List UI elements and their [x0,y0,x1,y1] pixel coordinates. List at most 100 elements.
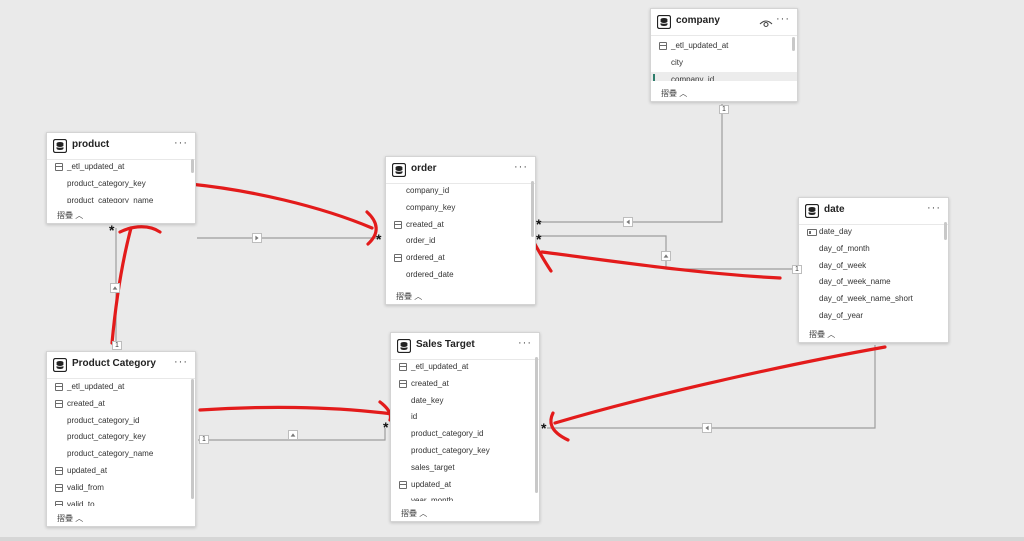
filter-direction-icon[interactable] [288,430,298,440]
collapse-toggle[interactable]: 摺疊 ︿ [809,329,835,340]
field-name: updated_at [67,465,108,475]
field-row[interactable]: company_id [651,71,797,81]
more-options-icon[interactable]: ··· [518,337,532,349]
relationship-line [538,104,723,223]
field-row[interactable]: product_category_name [47,446,195,463]
annotation-arrow [549,411,570,442]
more-options-icon[interactable]: ··· [174,137,188,149]
field-row[interactable]: ordered_at [386,250,535,267]
filter-direction-icon[interactable] [252,233,262,243]
table-card-product[interactable]: product ··· _etl_updated_at product_categor… [46,132,196,224]
field-name: updated_at [411,479,452,489]
filter-direction-icon[interactable] [661,251,671,261]
table-card-date[interactable]: date ··· date_day day_of_month day_of_weekda… [798,197,949,343]
collapse-toggle[interactable]: 摺疊 ︿ [396,291,422,302]
field-row[interactable]: _etl_updated_at [391,359,539,376]
collapse-toggle[interactable]: 摺疊 ︿ [57,210,83,221]
collapse-toggle[interactable]: 摺疊 ︿ [57,513,83,524]
field-row[interactable]: sales_target [391,460,539,477]
table-header[interactable]: Sales Target ··· [391,333,539,360]
field-row[interactable]: id [391,409,539,426]
field-row[interactable]: product_category_id [47,413,195,430]
field-row[interactable]: created_at [47,396,195,413]
filter-direction-icon[interactable] [623,217,633,227]
field-row[interactable]: ordered_date [386,267,535,284]
field-row[interactable]: year_month [391,493,539,501]
field-row[interactable]: product_category_key [47,429,195,446]
more-options-icon[interactable]: ··· [514,161,528,173]
field-name: day_of_month [819,243,870,253]
field-row[interactable]: day_of_month [799,241,948,258]
table-header[interactable]: Product Category ··· [47,352,195,379]
field-row[interactable]: valid_from [47,480,195,497]
field-row[interactable]: day_of_week [799,258,948,275]
field-row[interactable]: valid_to [47,497,195,506]
field-list: _etl_updated_at city company_id [651,38,797,81]
cardinality-one-label: 1 [792,265,802,274]
field-name: _etl_updated_at [67,382,125,391]
field-scrollbar[interactable] [792,37,795,51]
chevron-up-icon: ︿ [677,89,688,98]
table-card-sales-target[interactable]: Sales Target ··· _etl_updated_at created_at… [390,332,540,522]
table-header[interactable]: date ··· [799,198,948,225]
field-list: _etl_updated_at product_category_key produ… [47,159,195,203]
eye-icon[interactable] [759,16,773,28]
field-scrollbar[interactable] [535,357,538,493]
field-name: date_day [819,227,852,236]
filter-direction-icon[interactable] [702,423,712,433]
field-row[interactable]: order_id [386,233,535,250]
filter-direction-icon[interactable] [110,283,120,293]
more-options-icon[interactable]: ··· [776,13,790,25]
table-card-company[interactable]: company ··· _etl_updated_at city company_id 摺… [650,8,798,102]
field-row[interactable]: company_key [386,200,535,217]
annotation-arrow [188,182,374,230]
field-row[interactable]: updated_at [391,477,539,494]
field-row[interactable]: product_category_id [391,426,539,443]
calendar-icon [659,42,667,50]
table-header[interactable]: product ··· [47,133,195,160]
field-row[interactable]: company_id [386,183,535,200]
field-row[interactable]: created_at [386,217,535,234]
table-header[interactable]: order ··· [386,157,535,184]
field-list: _etl_updated_at created_at product_categor… [47,379,195,506]
collapse-toggle[interactable]: 摺疊 ︿ [401,508,427,519]
field-scrollbar[interactable] [191,159,194,173]
field-row[interactable]: day_of_week_name_short [799,291,948,308]
field-row[interactable]: _etl_updated_at [47,159,195,176]
collapse-toggle[interactable]: 摺疊 ︿ [661,88,687,99]
field-scrollbar[interactable] [531,181,534,237]
field-row[interactable]: _etl_updated_at [651,38,797,55]
more-options-icon[interactable]: ··· [927,202,941,214]
field-name: product_category_id [67,415,140,425]
key-card-icon [807,229,817,236]
field-row[interactable]: city [651,55,797,72]
field-row[interactable]: day_of_week_name [799,274,948,291]
cardinality-many-label: * [383,419,389,435]
field-scrollbar[interactable] [191,379,194,499]
field-row[interactable]: date_key [391,393,539,410]
field-name: id [411,412,418,422]
field-name: day_of_week [819,260,867,270]
field-scrollbar[interactable] [944,222,947,240]
table-card-order[interactable]: order ··· company_id company_key created_at o… [385,156,536,305]
field-row[interactable]: _etl_updated_at [47,379,195,396]
field-row[interactable]: created_at [391,376,539,393]
table-card-product-category[interactable]: Product Category ··· _etl_updated_atcreate… [46,351,196,527]
calendar-icon [55,483,63,492]
table-header[interactable]: company ··· [651,9,797,36]
table-title: company [676,15,720,26]
table-title: Sales Target [416,339,475,350]
field-row[interactable]: product_category_name [47,193,195,203]
field-row[interactable]: updated_at [47,463,195,480]
more-options-icon[interactable]: ··· [174,356,188,368]
field-name: ordered_date [406,269,454,279]
table-title: order [411,163,437,174]
field-row[interactable]: day_of_year [799,308,948,322]
canvas-scrollbar[interactable] [0,537,1024,541]
field-row[interactable]: product_category_key [391,443,539,460]
collapse-label: 摺疊 [396,292,412,301]
calendar-icon [55,399,63,408]
field-row[interactable]: date_day [799,224,948,241]
field-name: product_category_key [67,432,146,442]
field-row[interactable]: product_category_key [47,176,195,193]
